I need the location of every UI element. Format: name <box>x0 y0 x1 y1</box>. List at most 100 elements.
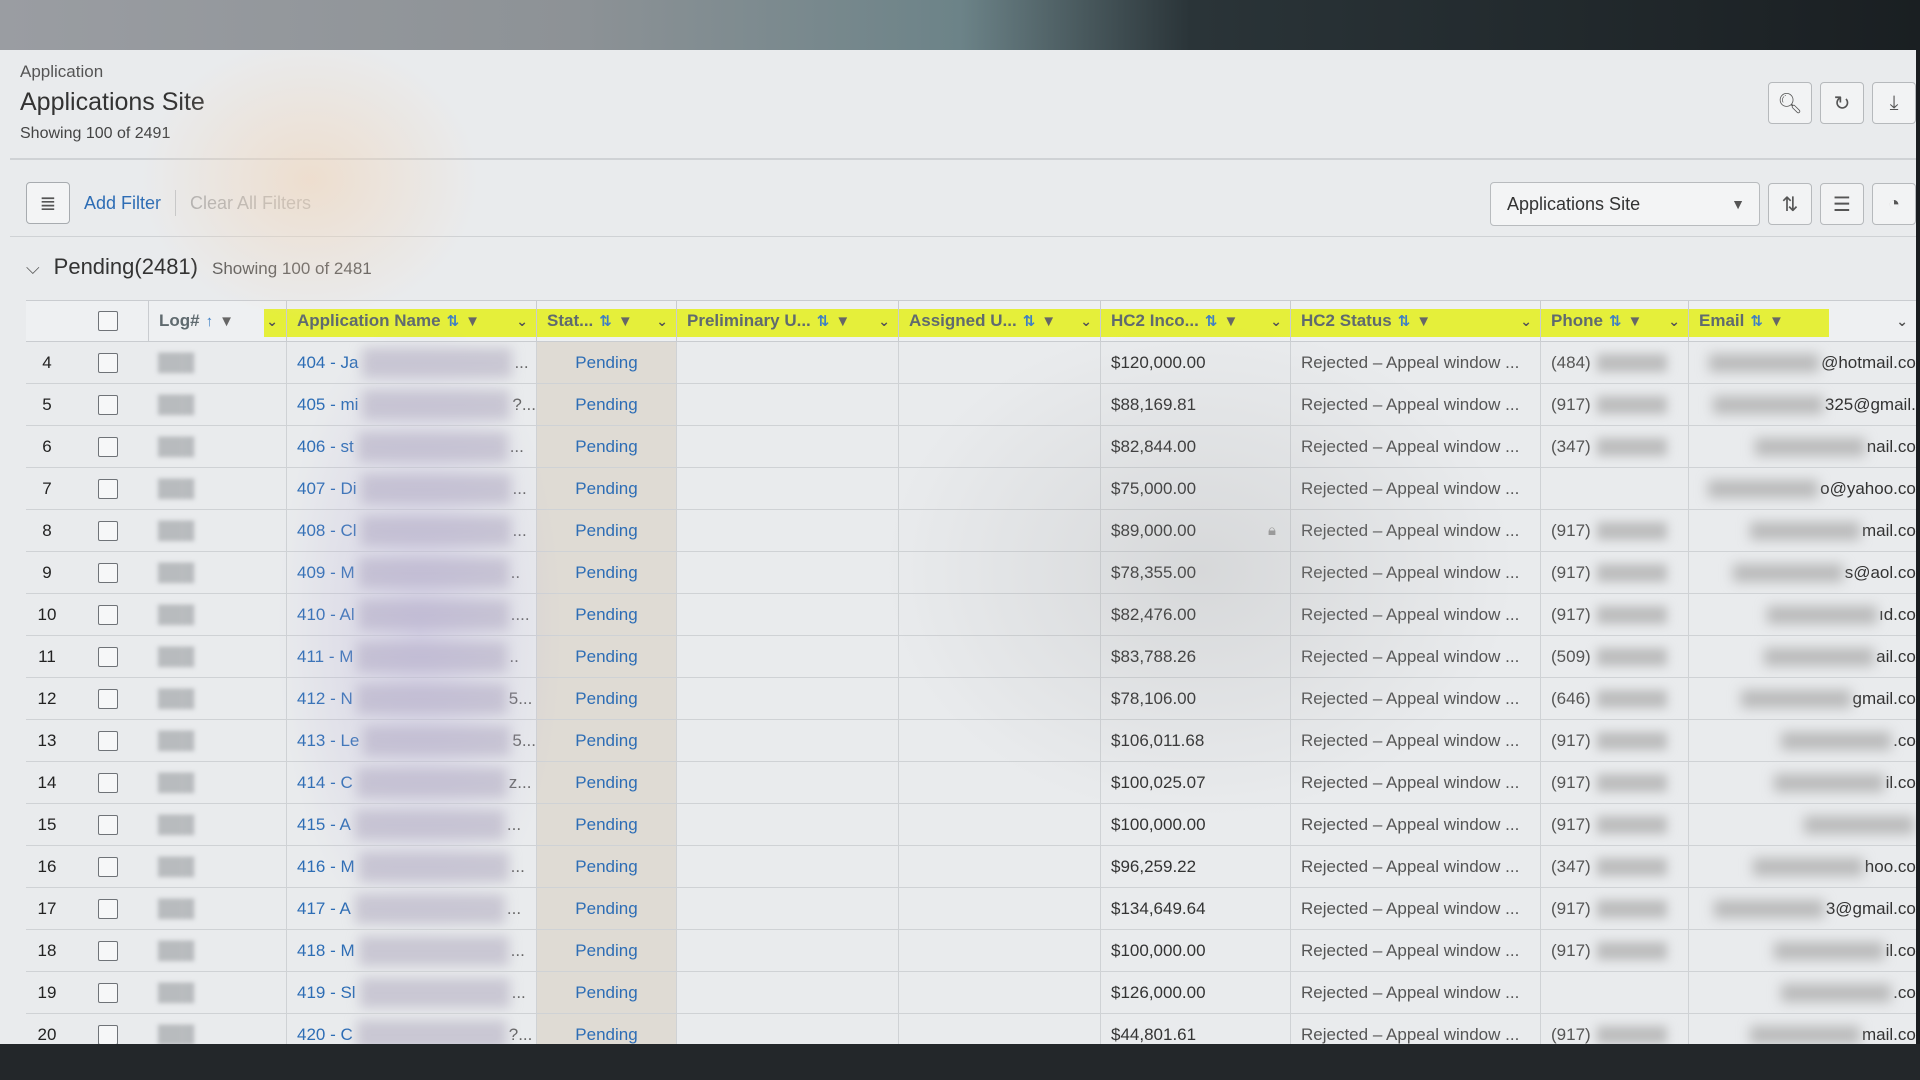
application-name-cell[interactable]: 406 - st... <box>286 426 536 467</box>
application-link[interactable]: 407 - Di <box>297 479 357 499</box>
table-row[interactable]: 5 ███ 405 - mi?... Pending $88,169.81 Rejecte… <box>26 384 1916 426</box>
application-link[interactable]: 409 - M <box>297 563 355 583</box>
column-email[interactable]: Email ⇅ ▼ ⌄ <box>1688 301 1916 341</box>
filter-icon[interactable]: ▼ <box>465 313 480 330</box>
column-phone[interactable]: Phone ⇅ ▼ ⌄ <box>1540 301 1688 341</box>
select-all-checkbox[interactable] <box>98 311 118 331</box>
application-link[interactable]: 408 - Cl <box>297 521 357 541</box>
row-checkbox[interactable] <box>98 940 118 961</box>
refresh-button[interactable]: ↻ <box>1820 82 1864 124</box>
application-link[interactable]: 411 - M <box>297 647 353 667</box>
table-row[interactable]: 9 ███ 409 - M.. Pending $78,355.00 Rejected –… <box>26 552 1916 594</box>
application-name-cell[interactable]: 414 - C z... <box>286 762 536 803</box>
application-link[interactable]: 420 - C <box>297 1025 353 1045</box>
application-name-cell[interactable]: 418 - M... <box>286 930 536 971</box>
application-name-cell[interactable]: 407 - Di... <box>286 468 536 509</box>
filter-icon[interactable]: ▼ <box>219 313 234 330</box>
sort-icon[interactable]: ⇅ <box>599 312 612 330</box>
sort-button[interactable]: ⇅ <box>1768 183 1812 225</box>
table-row[interactable]: 18 ███ 418 - M... Pending $100,000.00 Rejecte… <box>26 930 1916 972</box>
application-link[interactable]: 410 - Al <box>297 605 355 625</box>
sort-icon[interactable]: ⇅ <box>1750 312 1763 330</box>
filter-icon[interactable]: ▼ <box>1041 313 1056 330</box>
search-button[interactable]: 🔍︎ <box>1768 82 1812 124</box>
table-row[interactable]: 8 ███ 408 - Cl... Pending $89,000.00 🔒︎ Reject… <box>26 510 1916 552</box>
row-checkbox[interactable] <box>98 898 118 919</box>
download-button[interactable]: ⤓ <box>1872 82 1916 124</box>
application-name-cell[interactable]: 419 - Sl... <box>286 972 536 1013</box>
layers-button[interactable]: ☰ <box>1820 183 1864 225</box>
chevron-down-icon[interactable]: ⌵ <box>26 258 40 279</box>
row-checkbox[interactable] <box>98 604 118 625</box>
application-name-cell[interactable]: 416 - M... <box>286 846 536 887</box>
view-select[interactable]: Applications Site ▼ <box>1490 182 1760 226</box>
application-name-cell[interactable]: 409 - M.. <box>286 552 536 593</box>
row-checkbox[interactable] <box>98 478 118 499</box>
column-assigned[interactable]: Assigned U... ⇅ ▼ ⌄ <box>898 301 1100 341</box>
row-checkbox[interactable] <box>98 730 118 751</box>
filter-icon[interactable]: ▼ <box>1223 313 1238 330</box>
row-checkbox[interactable] <box>98 394 118 415</box>
table-row[interactable]: 12 ███ 412 - N 5... Pending $78,106.00 Rejecte… <box>26 678 1916 720</box>
table-row[interactable]: 19 ███ 419 - Sl... Pending $126,000.00 Reject… <box>26 972 1916 1014</box>
sort-icon[interactable]: ⇅ <box>1023 312 1036 330</box>
sort-icon[interactable]: ⇅ <box>1609 312 1622 330</box>
table-row[interactable]: 11 ███ 411 - M.. Pending $83,788.26 Rejected … <box>26 636 1916 678</box>
chevron-down-icon[interactable]: ⌄ <box>656 313 676 330</box>
application-link[interactable]: 413 - Le <box>297 731 359 751</box>
table-row[interactable]: 6 ███ 406 - st... Pending $82,844.00 Rejected… <box>26 426 1916 468</box>
row-checkbox[interactable] <box>98 646 118 667</box>
table-row[interactable]: 20 ███ 420 - C?... Pending $44,801.61 Rejecte… <box>26 1014 1916 1044</box>
application-link[interactable]: 412 - N <box>297 689 353 709</box>
column-application-name[interactable]: Application Name ⇅ ▼ ⌄ <box>286 301 536 341</box>
filter-icon[interactable]: ▼ <box>618 313 633 330</box>
table-row[interactable]: 15 ███ 415 - A... Pending $100,000.00 Rejecte… <box>26 804 1916 846</box>
sort-icon[interactable]: ⇅ <box>817 312 830 330</box>
row-checkbox[interactable] <box>98 1024 118 1044</box>
row-checkbox[interactable] <box>98 436 118 457</box>
row-checkbox[interactable] <box>98 772 118 793</box>
column-hc2-income[interactable]: HC2 Inco... ⇅ ▼ ⌄ <box>1100 301 1290 341</box>
application-name-cell[interactable]: 411 - M.. <box>286 636 536 677</box>
chevron-down-icon[interactable]: ⌄ <box>878 313 898 330</box>
application-link[interactable]: 406 - st <box>297 437 354 457</box>
table-row[interactable]: 7 ███ 407 - Di... Pending $75,000.00 Rejected… <box>26 468 1916 510</box>
sort-icon[interactable]: ⇅ <box>1205 312 1218 330</box>
table-row[interactable]: 17 ███ 417 - A... Pending $134,649.64 Rejecte… <box>26 888 1916 930</box>
filter-icon[interactable]: ▼ <box>1628 313 1643 330</box>
application-link[interactable]: 404 - Ja <box>297 353 358 373</box>
column-preliminary[interactable]: Preliminary U... ⇅ ▼ ⌄ <box>676 301 898 341</box>
application-name-cell[interactable]: 417 - A... <box>286 888 536 929</box>
filter-icon[interactable]: ▼ <box>1769 313 1784 330</box>
application-link[interactable]: 418 - M <box>297 941 355 961</box>
row-checkbox[interactable] <box>98 520 118 541</box>
row-checkbox[interactable] <box>98 688 118 709</box>
row-checkbox[interactable] <box>98 352 118 373</box>
chevron-down-icon[interactable]: ⌄ <box>1520 313 1540 330</box>
application-name-cell[interactable]: 410 - Al.... <box>286 594 536 635</box>
chevron-down-icon[interactable]: ⌄ <box>1668 313 1688 330</box>
application-name-cell[interactable]: 404 - Ja... <box>286 342 536 383</box>
table-row[interactable]: 16 ███ 416 - M... Pending $96,259.22 Rejected… <box>26 846 1916 888</box>
sort-icon[interactable]: ⇅ <box>447 312 460 330</box>
add-filter-link[interactable]: Add Filter <box>84 193 161 214</box>
chevron-down-icon[interactable]: ⌄ <box>266 313 286 330</box>
application-name-cell[interactable]: 420 - C?... <box>286 1014 536 1044</box>
chevron-down-icon[interactable]: ⌄ <box>1896 313 1916 330</box>
sort-icon[interactable]: ⇅ <box>1398 312 1411 330</box>
column-status[interactable]: Stat... ⇅ ▼ ⌄ <box>536 301 676 341</box>
application-link[interactable]: 414 - C <box>297 773 353 793</box>
application-name-cell[interactable]: 408 - Cl... <box>286 510 536 551</box>
column-log[interactable]: Log# ↑ ▼ ⌄ <box>148 301 286 341</box>
application-link[interactable]: 405 - mi <box>297 395 358 415</box>
application-link[interactable]: 416 - M <box>297 857 355 877</box>
chevron-down-icon[interactable]: ⌄ <box>1080 313 1100 330</box>
row-checkbox[interactable] <box>98 814 118 835</box>
filter-icon[interactable]: ▼ <box>1416 313 1431 330</box>
row-checkbox[interactable] <box>98 562 118 583</box>
row-checkbox[interactable] <box>98 982 118 1003</box>
row-checkbox[interactable] <box>98 856 118 877</box>
column-hc2-status[interactable]: HC2 Status ⇅ ▼ ⌄ <box>1290 301 1540 341</box>
application-link[interactable]: 417 - A <box>297 899 351 919</box>
application-name-cell[interactable]: 413 - Le 5... <box>286 720 536 761</box>
